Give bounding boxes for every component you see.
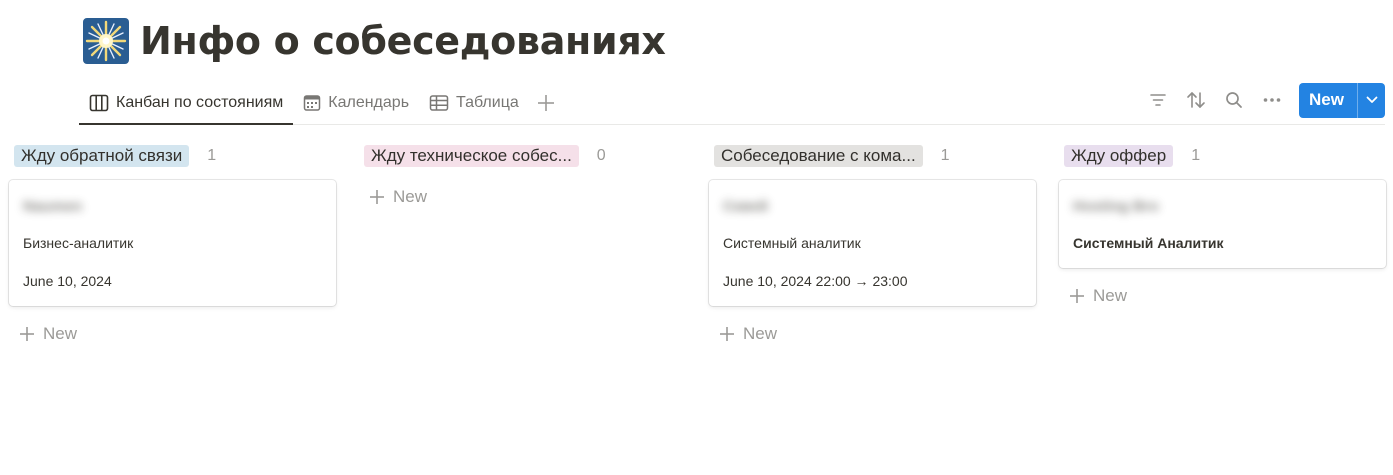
tab-label: Таблица <box>456 94 519 111</box>
view-tabs: Канбан по состояниям Календарь Таблица <box>79 82 563 125</box>
kanban-card[interactable]: Naumen Бизнес-аналитик June 10, 2024 <box>9 180 336 306</box>
plus-icon <box>720 327 734 341</box>
view-toolbar: New <box>1139 82 1385 118</box>
tab-table[interactable]: Таблица <box>419 82 529 124</box>
card-role: Системный аналитик <box>723 235 861 251</box>
sort-button[interactable] <box>1177 84 1215 116</box>
add-card-button[interactable]: New <box>1059 282 1386 310</box>
page-title: Инфо о собеседованиях <box>140 19 666 63</box>
tab-kanban[interactable]: Канбан по состояниям <box>79 82 294 125</box>
group-tag[interactable]: Жду обратной связи <box>14 145 190 167</box>
page-header: Инфо о собеседованиях <box>83 18 666 64</box>
card-title: Hosting Bro <box>1073 198 1159 215</box>
column-awaiting-offer: Жду оффер 1 Hosting Bro Системный Аналит… <box>1059 138 1386 310</box>
add-card-label: New <box>1093 286 1128 305</box>
tab-label: Календарь <box>328 94 410 111</box>
more-icon <box>1263 98 1281 102</box>
card-role: Бизнес-аналитик <box>23 235 134 251</box>
board-icon <box>89 94 109 112</box>
column-header: Жду обратной связи 1 <box>9 138 336 174</box>
add-view-button[interactable] <box>529 82 563 124</box>
sort-icon <box>1187 92 1205 108</box>
card-date: June 10, 2024 <box>23 273 112 289</box>
plus-icon <box>1070 289 1084 303</box>
table-icon <box>429 95 449 111</box>
add-card-label: New <box>393 187 428 206</box>
filter-icon <box>1150 94 1166 106</box>
kanban-board: Жду обратной связи 1 Naumen Бизнес-анали… <box>0 138 1393 475</box>
add-card-button[interactable]: New <box>359 183 686 211</box>
new-dropdown-button[interactable] <box>1357 82 1385 118</box>
new-button[interactable]: New <box>1299 83 1357 118</box>
column-header: Собеседование с кома... 1 <box>709 138 1036 174</box>
group-tag[interactable]: Жду техническое собес... <box>364 145 579 167</box>
kanban-card[interactable]: Hosting Bro Системный Аналитик <box>1059 180 1386 268</box>
filter-button[interactable] <box>1139 84 1177 116</box>
group-count: 1 <box>207 147 217 164</box>
group-tag[interactable]: Жду оффер <box>1064 145 1174 167</box>
group-count: 1 <box>1191 147 1201 164</box>
plus-icon <box>537 95 554 111</box>
tab-calendar[interactable]: Календарь <box>293 82 419 124</box>
search-icon <box>1226 92 1242 108</box>
plus-icon <box>20 327 34 341</box>
add-card-button[interactable]: New <box>709 320 1036 348</box>
kanban-card[interactable]: Сквей Системный аналитик June 10, 2024 2… <box>709 180 1036 306</box>
column-team-interview: Собеседование с кома... 1 Сквей Системны… <box>709 138 1036 348</box>
column-header: Жду техническое собес... 0 <box>359 138 686 174</box>
group-count: 1 <box>940 147 950 164</box>
add-card-button[interactable]: New <box>9 320 336 348</box>
more-button[interactable] <box>1253 84 1291 116</box>
new-button-group: New <box>1299 82 1385 118</box>
card-date: June 10, 2024 22:00 → 23:00 <box>723 273 908 289</box>
card-title: Сквей <box>723 198 768 215</box>
view-bar: Канбан по состояниям Календарь Таблица N… <box>79 82 1385 125</box>
chevron-down-icon <box>1366 96 1377 103</box>
card-role: Системный Аналитик <box>1073 235 1224 251</box>
calendar-icon <box>304 95 321 111</box>
add-card-label: New <box>43 324 78 343</box>
plus-icon <box>370 190 384 204</box>
group-tag[interactable]: Собеседование с кома... <box>714 145 923 167</box>
search-button[interactable] <box>1215 84 1253 116</box>
column-awaiting-feedback: Жду обратной связи 1 Naumen Бизнес-анали… <box>9 138 336 348</box>
add-card-label: New <box>743 324 778 343</box>
card-title: Naumen <box>23 198 83 215</box>
group-count: 0 <box>596 147 606 164</box>
column-awaiting-tech-interview: Жду техническое собес... 0 New <box>359 138 686 211</box>
tab-label: Канбан по состояниям <box>116 94 284 111</box>
sunburst-icon[interactable] <box>83 18 129 64</box>
column-header: Жду оффер 1 <box>1059 138 1386 174</box>
